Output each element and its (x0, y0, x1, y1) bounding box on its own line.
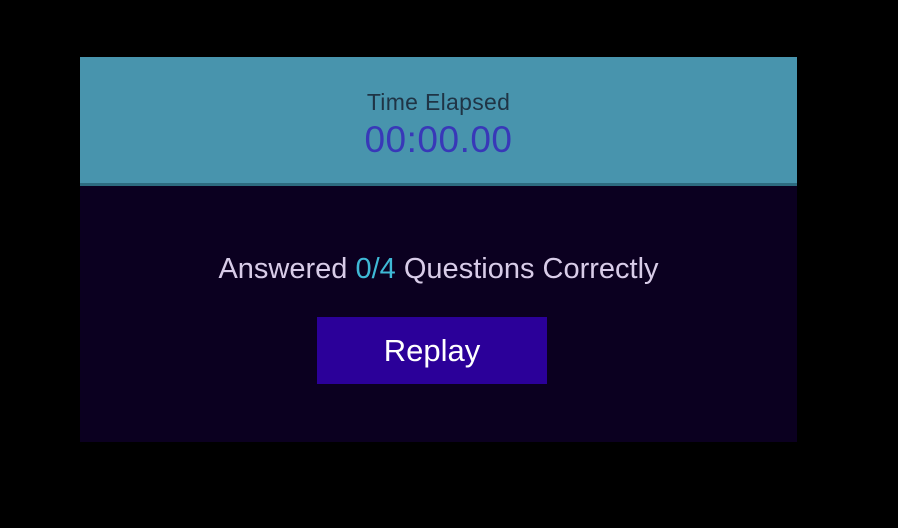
result-summary: Answered 0/4 Questions Correctly (80, 253, 797, 286)
time-elapsed-label: Time Elapsed (366, 89, 511, 115)
timer-header: Time Elapsed 00:00.00 (80, 57, 797, 186)
replay-button[interactable]: Replay (317, 317, 547, 384)
game-screen: Time Elapsed 00:00.00 Answered 0/4 Quest… (0, 0, 898, 528)
results-panel: Time Elapsed 00:00.00 Answered 0/4 Quest… (80, 57, 797, 442)
time-elapsed-value: 00:00.00 (364, 119, 513, 160)
result-suffix: Questions Correctly (403, 253, 659, 285)
score-value: 0/4 (355, 253, 396, 285)
result-prefix: Answered (218, 253, 348, 285)
